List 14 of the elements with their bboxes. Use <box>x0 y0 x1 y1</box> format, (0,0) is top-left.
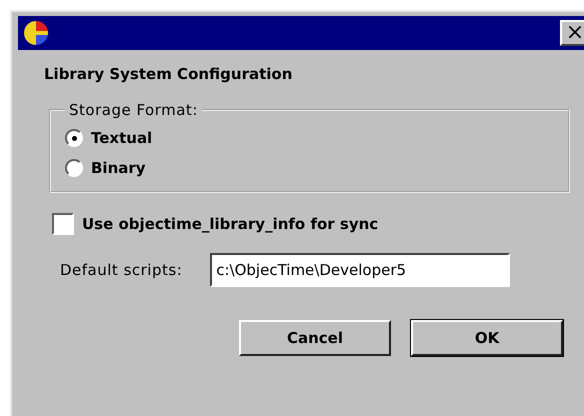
group-legend: Storage Format: <box>65 101 202 119</box>
radio-label: Textual <box>91 129 152 147</box>
ok-button[interactable]: OK <box>411 320 563 356</box>
app-logo-icon <box>22 19 50 47</box>
cancel-button[interactable]: Cancel <box>239 320 391 356</box>
radio-label: Binary <box>91 159 146 177</box>
field-label: Default scripts: <box>60 261 182 279</box>
checkbox-label: Use objectime_library_info for sync <box>82 215 378 233</box>
scripts-path-field[interactable]: c:\ObjecTime\Developer5 <box>210 253 510 287</box>
close-button[interactable]: × <box>560 20 584 46</box>
checkbox[interactable] <box>52 213 74 235</box>
radio-button[interactable] <box>65 129 83 147</box>
dialog-heading: Library System Configuration <box>44 65 294 83</box>
radio-button[interactable] <box>65 159 83 177</box>
